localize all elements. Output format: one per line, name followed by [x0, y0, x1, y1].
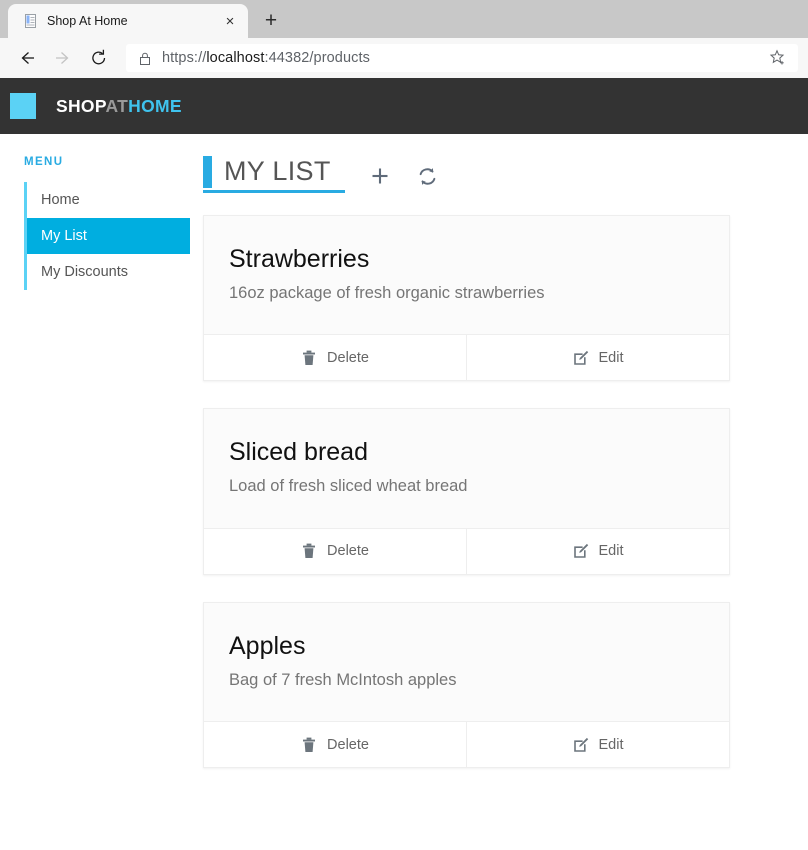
sidebar-item-home[interactable]: Home: [27, 182, 190, 218]
sidebar-item-label: Home: [41, 192, 80, 208]
card-body: Sliced bread Load of fresh sliced wheat …: [204, 409, 729, 527]
trash-icon: [301, 543, 317, 560]
edit-label: Edit: [598, 736, 624, 753]
brand-title[interactable]: SHOPATHOME: [56, 96, 182, 117]
card-description: Load of fresh sliced wheat bread: [229, 477, 468, 496]
trash-icon: [301, 349, 317, 366]
reload-icon[interactable]: [82, 43, 116, 73]
brand-part-at: AT: [105, 95, 129, 116]
pencil-square-icon: [573, 736, 589, 753]
card-title: Apples: [229, 631, 306, 660]
url-path: :44382/products: [264, 50, 370, 66]
star-plus-icon[interactable]: [764, 45, 792, 71]
forward-arrow-icon: [46, 43, 80, 73]
sidebar: MENU Home My List My Discounts: [0, 156, 190, 795]
card-description: 16oz package of fresh organic strawberri…: [229, 283, 545, 302]
browser-toolbar: https://localhost:44382/products: [0, 38, 808, 78]
page-header: MY LIST: [203, 156, 730, 193]
delete-button[interactable]: Delete: [204, 529, 466, 574]
product-card: Sliced bread Load of fresh sliced wheat …: [203, 408, 730, 575]
sidebar-item-my-discounts[interactable]: My Discounts: [27, 254, 190, 290]
card-title: Sliced bread: [229, 438, 368, 467]
card-title: Strawberries: [229, 244, 370, 273]
card-footer: Delete Edit: [204, 334, 729, 381]
delete-button[interactable]: Delete: [204, 335, 466, 380]
add-item-button[interactable]: [367, 163, 393, 189]
edit-label: Edit: [598, 543, 624, 560]
card-body: Apples Bag of 7 fresh McIntosh apples: [204, 603, 729, 721]
address-bar[interactable]: https://localhost:44382/products: [126, 44, 798, 72]
edit-button[interactable]: Edit: [466, 722, 729, 768]
browser-chrome: Shop At Home × + https://localhost:44382…: [0, 0, 808, 78]
delete-button[interactable]: Delete: [204, 722, 466, 767]
sidebar-heading: MENU: [24, 156, 64, 168]
edit-button[interactable]: Edit: [466, 528, 729, 574]
delete-label: Delete: [327, 349, 369, 366]
tab-strip: Shop At Home × +: [0, 0, 808, 38]
sidebar-item-label: My List: [41, 228, 87, 245]
tab-title: Shop At Home: [47, 14, 128, 28]
url-host: localhost: [206, 50, 265, 66]
card-body: Strawberries 16oz package of fresh organ…: [204, 216, 729, 334]
title-accent-bar: [203, 156, 212, 188]
back-arrow-icon[interactable]: [10, 43, 44, 73]
edit-button[interactable]: Edit: [466, 335, 729, 381]
brand-part-home: HOME: [128, 95, 182, 116]
lock-icon: [138, 51, 152, 66]
page-title-wrapper: MY LIST: [203, 156, 345, 193]
card-description: Bag of 7 fresh McIntosh apples: [229, 670, 457, 689]
close-icon[interactable]: ×: [220, 11, 240, 31]
page-container: MENU Home My List My Discounts MY LIST S…: [0, 134, 808, 795]
delete-label: Delete: [327, 543, 369, 560]
sidebar-item-my-list[interactable]: My List: [27, 218, 190, 255]
trash-icon: [301, 736, 317, 753]
sidebar-item-label: My Discounts: [41, 264, 129, 281]
cyan-square-logo: [10, 93, 36, 119]
product-card: Apples Bag of 7 fresh McIntosh apples De…: [203, 601, 730, 769]
app-navbar: SHOPATHOME: [0, 78, 808, 134]
pencil-square-icon: [573, 349, 589, 366]
url-text: https://localhost:44382/products: [162, 50, 370, 66]
delete-label: Delete: [327, 736, 369, 753]
product-card: Strawberries 16oz package of fresh organ…: [203, 214, 730, 382]
sidebar-menu: Home My List My Discounts: [24, 182, 190, 291]
refresh-button[interactable]: [415, 163, 441, 189]
main-content: MY LIST Strawberries 16oz package of fre…: [190, 156, 808, 795]
sync-refresh-icon: [419, 168, 436, 185]
page-title: MY LIST: [224, 156, 331, 186]
pencil-square-icon: [573, 543, 589, 560]
brand-part-shop: SHOP: [56, 95, 106, 116]
new-tab-button[interactable]: +: [254, 4, 288, 38]
document-icon: [22, 13, 38, 29]
card-footer: Delete Edit: [204, 527, 729, 574]
card-footer: Delete Edit: [204, 721, 729, 768]
edit-label: Edit: [598, 349, 624, 366]
browser-tab[interactable]: Shop At Home ×: [8, 4, 248, 38]
url-scheme: https://: [162, 50, 207, 66]
plus-icon: [372, 168, 388, 184]
